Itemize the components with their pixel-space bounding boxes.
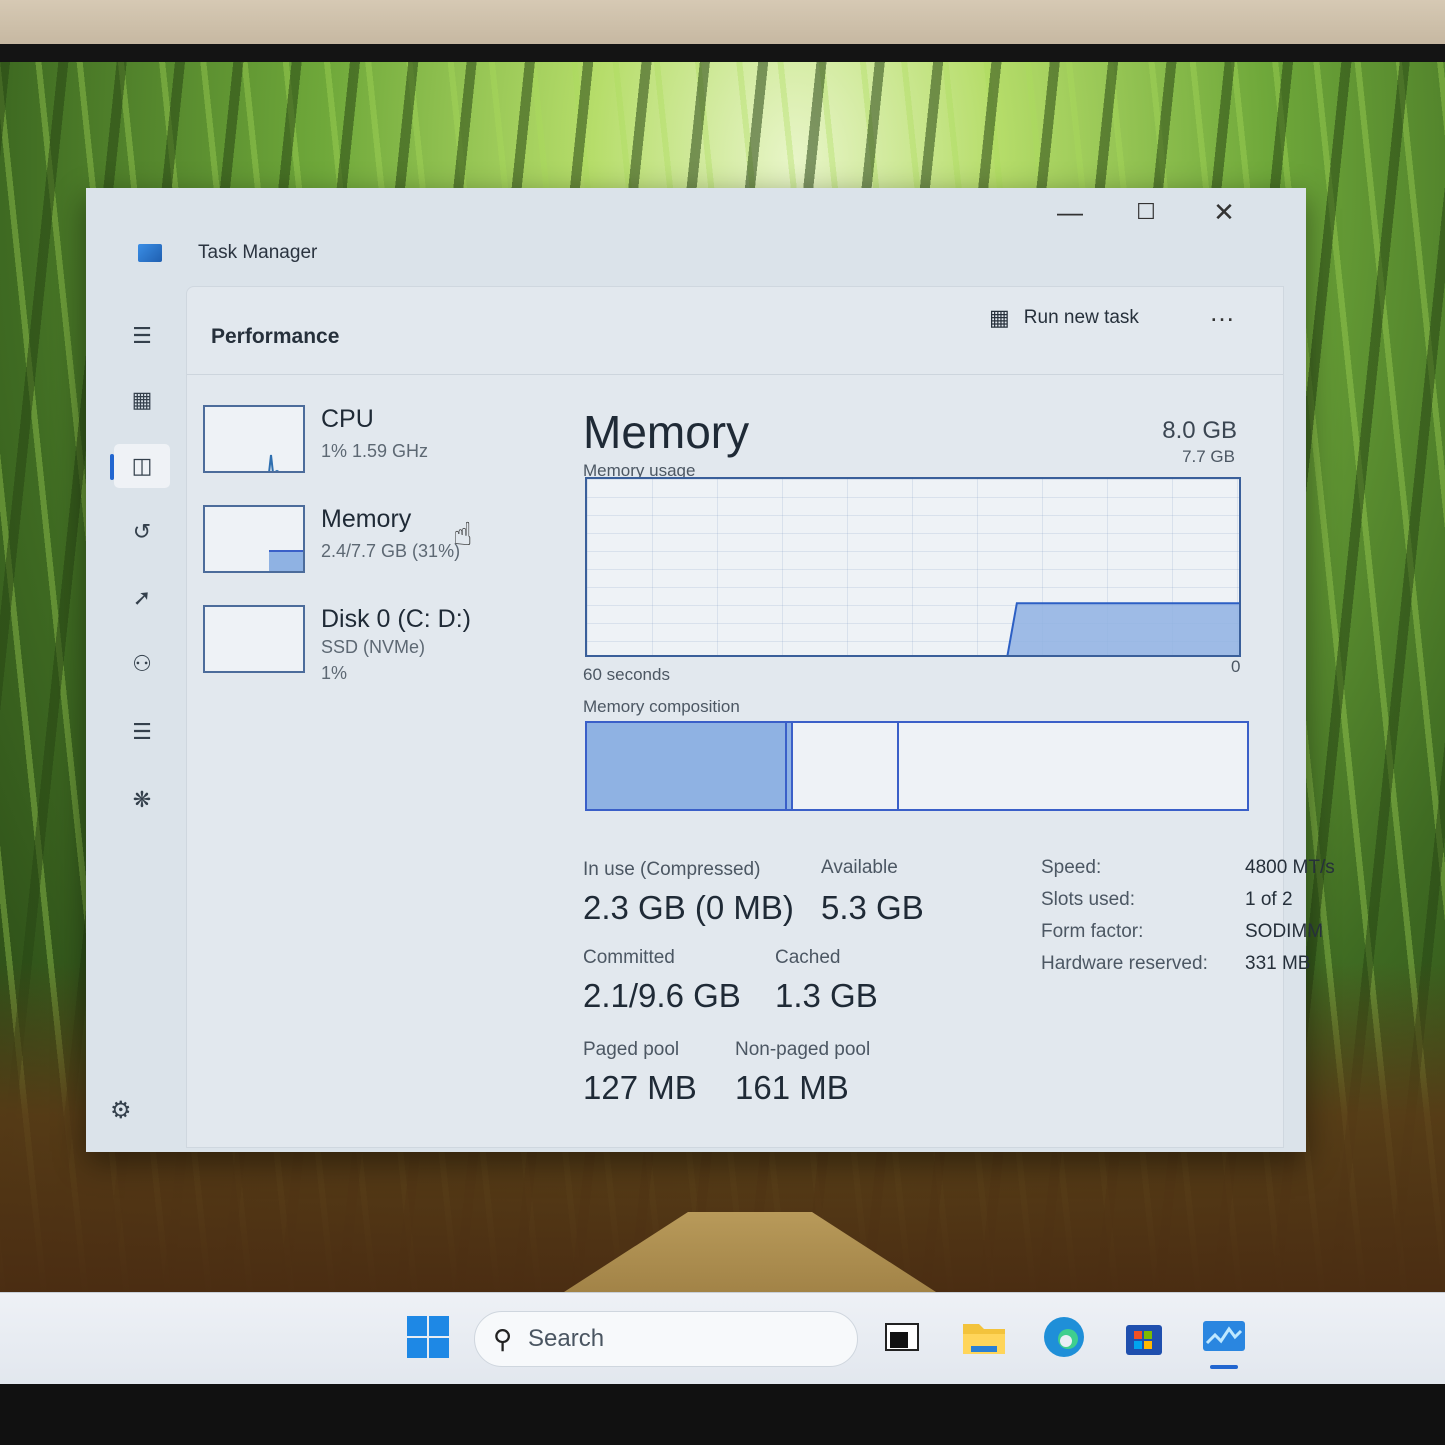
taskbar-search[interactable]: ⚲ Search (474, 1311, 858, 1367)
resource-disk[interactable]: Disk 0 (C: D:) SSD (NVMe) 1% (203, 605, 543, 683)
memory-composition-label: Memory composition (583, 697, 740, 716)
resource-memory[interactable]: Memory 2.4/7.7 GB (31%) ☝ (203, 505, 543, 575)
run-new-task-label: Run new task (1023, 307, 1139, 328)
graph-time-left: 60 seconds (583, 665, 670, 684)
composition-standby (793, 723, 899, 809)
store-button[interactable] (1120, 1313, 1168, 1361)
performance-panel: Performance ▦ Run new task … CPU 1% 1.59… (186, 286, 1335, 1148)
window-title: Task Manager (198, 242, 318, 263)
memory-title: Memory (583, 406, 750, 458)
run-new-task-button[interactable]: ▦ Run new task (989, 303, 1139, 333)
memory-usage-fill (1006, 602, 1239, 655)
hamburger-menu-icon[interactable]: ☰ (114, 314, 170, 358)
resource-detail: 2.4/7.7 GB (31%) (321, 541, 461, 561)
in-use-label: In use (Compressed) (583, 859, 761, 880)
search-placeholder: Search (528, 1325, 605, 1352)
taskbar: ⚲ Search (0, 1292, 1445, 1384)
task-manager-taskbar-icon (1203, 1321, 1245, 1351)
resource-name: Memory (321, 505, 412, 533)
edge-browser-button[interactable] (1040, 1313, 1088, 1361)
resource-name: CPU (321, 405, 374, 433)
spec-slots-value: 1 of 2 (1245, 889, 1293, 910)
committed-value: 2.1/9.6 GB (583, 977, 741, 1014)
cached-value: 1.3 GB (775, 977, 878, 1014)
start-button[interactable] (404, 1313, 452, 1361)
details-icon[interactable]: ☰ (114, 710, 170, 754)
more-options-button[interactable]: … (1209, 297, 1237, 328)
resource-detail: 1% 1.59 GHz (321, 441, 429, 461)
task-manager-taskbar-button[interactable] (1200, 1313, 1248, 1361)
windows-logo-icon (407, 1316, 449, 1358)
composition-in-use (587, 723, 787, 809)
resource-detail: SSD (NVMe) (321, 637, 426, 657)
maximize-button[interactable]: ☐ (1126, 196, 1166, 228)
task-manager-window: Task Manager — ☐ ✕ ☰ ▦ ◫ ↺ ➚ ⚇ ☰ ❋ ⚙ Per… (86, 188, 1335, 1152)
users-icon[interactable]: ⚇ (114, 642, 170, 686)
memory-thumbnail-graph (203, 505, 305, 573)
task-view-icon (885, 1323, 919, 1351)
performance-icon[interactable]: ◫ (114, 444, 170, 488)
spec-speed-key: Speed: (1041, 857, 1102, 878)
folder-icon (963, 1324, 1005, 1354)
services-icon[interactable]: ❋ (114, 778, 170, 822)
run-task-icon: ▦ (989, 305, 1010, 330)
search-icon: ⚲ (493, 1323, 513, 1354)
memory-usage-area (1006, 602, 1239, 655)
file-explorer-button[interactable] (960, 1313, 1008, 1361)
resource-cpu[interactable]: CPU 1% 1.59 GHz (203, 405, 543, 475)
cpu-thumbnail-graph (203, 405, 305, 473)
committed-label: Committed (583, 947, 675, 968)
cpu-sparkline (268, 454, 280, 471)
close-button[interactable]: ✕ (1204, 196, 1244, 228)
spec-slots-key: Slots used: (1041, 889, 1135, 910)
disk-thumbnail-graph (203, 605, 305, 673)
memory-usage-graph (585, 477, 1241, 657)
spec-form-factor-value: SODIMM (1245, 921, 1324, 942)
panel-header: Performance ▦ Run new task … (187, 287, 1283, 375)
memory-total: 8.0 GB (1162, 417, 1237, 444)
available-label: Available (821, 857, 898, 878)
paged-pool-value: 127 MB (583, 1069, 697, 1106)
startup-apps-icon[interactable]: ➚ (114, 576, 170, 620)
in-use-value: 2.3 GB (0 MB) (583, 889, 794, 926)
edge-icon (1044, 1317, 1084, 1357)
available-value: 5.3 GB (821, 889, 924, 926)
spec-hardware-reserved-value: 331 MB (1245, 953, 1311, 974)
minimize-button[interactable]: — (1050, 196, 1090, 228)
settings-gear-icon[interactable]: ⚙ (110, 1096, 132, 1125)
non-paged-pool-value: 161 MB (735, 1069, 849, 1106)
resource-detail-usage: 1% (321, 663, 348, 683)
monitor-bottom-bezel (0, 1384, 1445, 1445)
page-title: Performance (211, 325, 340, 348)
spec-hardware-reserved-key: Hardware reserved: (1041, 953, 1208, 974)
paged-pool-label: Paged pool (583, 1039, 680, 1060)
spec-form-factor-key: Form factor: (1041, 921, 1144, 942)
hand-cursor-icon: ☝ (453, 516, 473, 552)
spec-speed-value: 4800 MT/s (1245, 857, 1335, 878)
cached-label: Cached (775, 947, 841, 968)
composition-free (899, 723, 1247, 809)
app-history-icon[interactable]: ↺ (114, 510, 170, 554)
graph-time-right: 0 (1231, 657, 1241, 676)
resource-name: Disk 0 (C: D:) (321, 605, 471, 633)
memory-thumbnail-fill (269, 550, 303, 571)
non-paged-pool-label: Non-paged pool (735, 1039, 871, 1060)
memory-usage-max: 7.7 GB (1182, 447, 1235, 466)
memory-composition-bar (585, 721, 1249, 811)
task-manager-icon (138, 244, 162, 262)
active-app-indicator (1210, 1365, 1238, 1369)
store-icon (1126, 1325, 1162, 1355)
processes-icon[interactable]: ▦ (114, 378, 170, 422)
task-view-button[interactable] (878, 1313, 926, 1361)
